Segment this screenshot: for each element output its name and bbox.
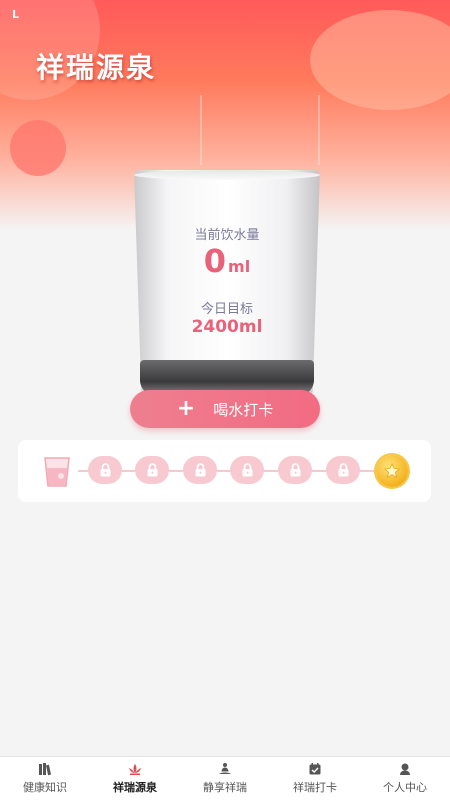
decor-coin [10,120,66,176]
lock-icon [88,456,122,484]
tab-health-knowledge[interactable]: 健康知识 [0,757,90,800]
page-title: 祥瑞源泉 [36,51,157,84]
lotus-icon [129,764,141,775]
lock-icon [230,456,264,484]
tab-label: 个人中心 [383,781,427,794]
daily-target-value: 2400ml [191,317,263,337]
person-icon [400,763,410,775]
current-intake-label: 当前饮水量 [194,228,260,243]
coin-star-icon [376,455,408,487]
decor-grid [200,95,320,165]
calendar-check-icon [309,763,321,775]
tab-meditation[interactable]: 静享祥瑞 [180,757,270,800]
current-intake-unit: ml [228,257,251,276]
cup-icon [42,454,72,488]
plus-icon: + [176,396,196,421]
drink-checkin-label: 喝水打卡 [213,400,274,419]
tab-source[interactable]: 祥瑞源泉 [90,757,180,800]
status-carrier: L [12,8,20,21]
tab-label: 静享祥瑞 [203,781,247,794]
daily-target-label: 今日目标 [200,302,253,317]
status-bar: L [0,0,450,30]
lock-icon [278,456,312,484]
current-intake-value: 0 ml [134,242,320,280]
meditation-icon [219,763,231,774]
lock-icon [326,456,360,484]
lock-icon [135,456,169,484]
tab-label: 祥瑞打卡 [293,781,337,794]
current-intake-number: 0 [203,242,227,280]
progress-card [18,440,431,502]
lock-icon [183,456,217,484]
tab-checkin[interactable]: 祥瑞打卡 [270,757,360,800]
glass-rim [134,170,320,180]
bottom-tab-bar: 健康知识 祥瑞源泉 静享祥瑞 祥瑞打卡 个人中心 [0,756,450,800]
tab-label: 健康知识 [23,781,67,794]
drink-checkin-button[interactable]: + 喝水打卡 [130,390,320,428]
tab-profile[interactable]: 个人中心 [360,757,450,800]
books-icon [39,763,52,776]
tab-label: 祥瑞源泉 [113,781,157,794]
